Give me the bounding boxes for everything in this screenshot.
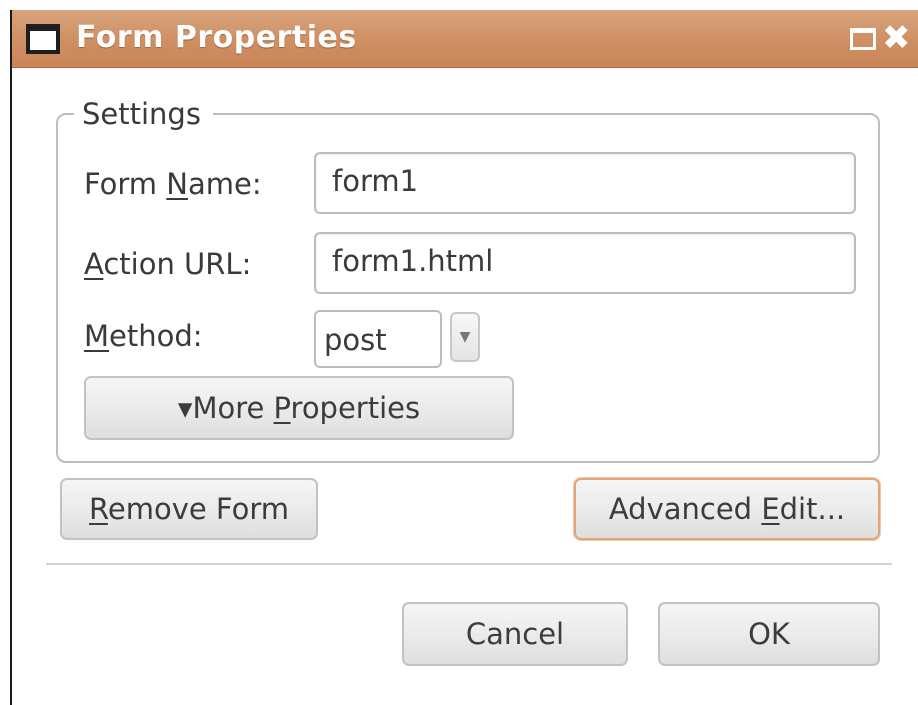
close-icon[interactable]: ✖	[882, 18, 911, 58]
cancel-button[interactable]: Cancel	[402, 602, 628, 666]
more-properties-button[interactable]: ▾More Properties	[84, 376, 514, 440]
window-title: Form Properties	[76, 20, 357, 55]
method-combobox[interactable]: post	[314, 310, 442, 368]
title-bar[interactable]: Form Properties ✖	[12, 10, 918, 68]
form-name-label: Form Name:	[84, 167, 262, 201]
window-icon[interactable]	[26, 24, 60, 54]
action-url-input[interactable]: form1.html	[314, 232, 856, 294]
divider	[46, 563, 892, 565]
method-label: Method:	[84, 319, 203, 353]
ok-button[interactable]: OK	[658, 602, 880, 666]
advanced-edit-button[interactable]: Advanced Edit...	[574, 478, 880, 540]
form-properties-dialog: Form Properties ✖ Settings Form Name: fo…	[10, 10, 918, 705]
action-url-label: Action URL:	[84, 247, 252, 281]
settings-legend: Settings	[74, 97, 213, 131]
maximize-icon[interactable]	[850, 28, 876, 50]
remove-form-button[interactable]: Remove Form	[60, 478, 318, 540]
form-name-input[interactable]: form1	[314, 152, 856, 214]
chevron-down-icon: ▾	[177, 391, 193, 425]
method-dropdown-icon[interactable]: ▼	[450, 312, 480, 362]
